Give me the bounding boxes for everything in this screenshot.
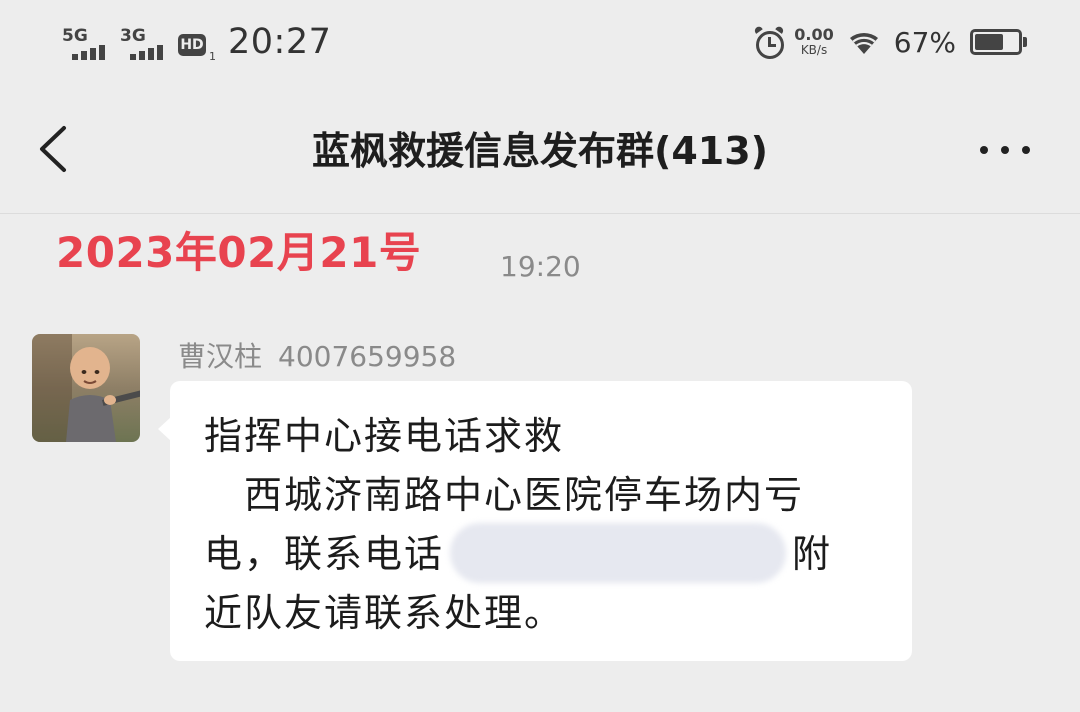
- network-speed: 0.00 KB/s: [794, 25, 834, 58]
- hd-label: HD: [178, 34, 206, 56]
- message-line-3-prefix: 电，联系电话: [204, 532, 445, 576]
- message-line-2: 西城济南路中心医院停车场内亏: [244, 473, 805, 517]
- redacted-phone-number: [450, 523, 787, 583]
- chat-header: 蓝枫救援信息发布群(413): [0, 84, 1080, 214]
- sender-name: 曹汉柱: [178, 340, 263, 373]
- sender-line: 曹汉柱 4007659958: [178, 339, 456, 375]
- message-line-1: 指挥中心接电话求救: [204, 414, 565, 458]
- more-options-icon[interactable]: [980, 144, 1030, 156]
- hd-sub-label: 1: [209, 50, 216, 63]
- battery-fill: [975, 34, 1003, 50]
- sender-id: 4007659958: [278, 340, 457, 373]
- message-line-3-suffix: 附: [792, 532, 833, 576]
- message-timestamp: 19:20: [500, 250, 581, 283]
- date-stamp: 2023年02月21号: [56, 228, 422, 277]
- sim1-signal-icon: 5G: [62, 28, 114, 62]
- chat-screen: 5G 3G HD 1 20:27 0.00 KB/s 67% 蓝枫救援信息发布群…: [0, 0, 1080, 712]
- message-line-4: 近队友请联系处理。: [204, 591, 565, 635]
- message-bubble[interactable]: 指挥中心接电话求救 西城济南路中心医院停车场内亏 电，联系电话 附 近队友请联系处…: [158, 381, 912, 661]
- battery-percent: 67%: [893, 25, 956, 59]
- status-bar: 5G 3G HD 1 20:27 0.00 KB/s 67%: [0, 0, 1080, 84]
- alarm-clock-icon: [753, 25, 785, 59]
- hd-voice-icon: HD 1: [178, 30, 216, 63]
- message-line-3: 电，联系电话 附: [204, 523, 882, 584]
- network-speed-unit: KB/s: [800, 43, 828, 57]
- battery-icon: [970, 29, 1027, 55]
- group-title: 蓝枫救援信息发布群(413): [311, 129, 769, 173]
- network-speed-value: 0.00: [794, 25, 834, 44]
- sim1-network-type: 5G: [62, 26, 88, 46]
- sim2-signal-icon: 3G: [120, 28, 172, 62]
- status-right: 0.00 KB/s 67%: [753, 22, 1027, 62]
- status-clock: 20:27: [228, 22, 332, 62]
- wifi-icon: [849, 32, 878, 54]
- status-left: 5G 3G HD 1 20:27: [62, 22, 332, 63]
- sim2-network-type: 3G: [120, 26, 146, 46]
- avatar[interactable]: [32, 334, 140, 442]
